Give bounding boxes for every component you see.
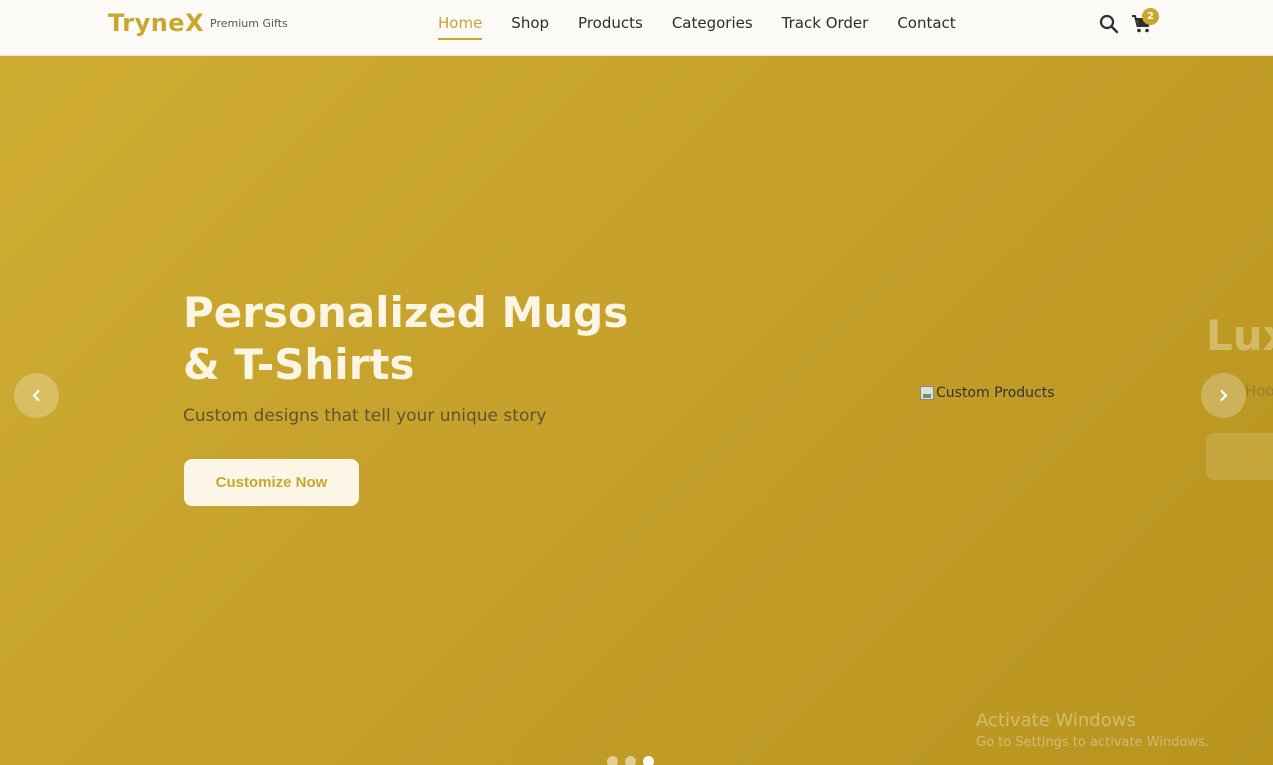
nav-contact[interactable]: Contact [897, 14, 955, 40]
carousel-dot-3[interactable] [643, 756, 654, 765]
next-slide-subtitle: Hoo [1245, 382, 1273, 400]
main-nav: Home Shop Products Categories Track Orde… [438, 14, 956, 40]
carousel-dots [607, 756, 654, 765]
hero-title-line2: & T-Shirts [183, 340, 415, 389]
next-slide-title: Lux [1206, 311, 1273, 360]
hero-title: Personalized Mugs & T-Shirts [183, 287, 703, 391]
nav-home[interactable]: Home [438, 14, 483, 40]
nav-products[interactable]: Products [578, 14, 643, 40]
windows-activation-watermark: Activate Windows Go to Settings to activ… [976, 710, 1209, 750]
watermark-subtitle: Go to Settings to activate Windows. [976, 735, 1209, 750]
nav-categories[interactable]: Categories [672, 14, 753, 40]
hero-subtitle: Custom designs that tell your unique sto… [183, 406, 547, 426]
carousel-prev-button[interactable] [14, 373, 59, 418]
carousel-dot-1[interactable] [607, 756, 618, 765]
carousel-next-button[interactable] [1201, 373, 1246, 418]
broken-image-icon [920, 386, 934, 400]
hero-image-alt: Custom Products [936, 385, 1055, 401]
brand-logo[interactable]: TryneX [108, 9, 204, 37]
next-slide-button: Explo [1206, 433, 1273, 480]
carousel-dot-2[interactable] [625, 756, 636, 765]
brand-tagline: Premium Gifts [210, 17, 288, 30]
nav-track-order[interactable]: Track Order [782, 14, 869, 40]
search-icon[interactable] [1099, 14, 1119, 34]
watermark-title: Activate Windows [976, 710, 1136, 731]
hero-title-line1: Personalized Mugs [183, 288, 629, 337]
customize-now-button[interactable]: Customize Now [184, 459, 359, 506]
chevron-left-icon [32, 389, 40, 402]
chevron-right-icon [1220, 389, 1228, 402]
hero-image: Custom Products [920, 385, 1055, 401]
nav-shop[interactable]: Shop [511, 14, 549, 40]
cart-count-badge: 2 [1142, 8, 1159, 25]
hero-carousel: Personalized Mugs & T-Shirts Custom desi… [0, 56, 1273, 765]
site-header: TryneX Premium Gifts Home Shop Products … [0, 0, 1273, 56]
